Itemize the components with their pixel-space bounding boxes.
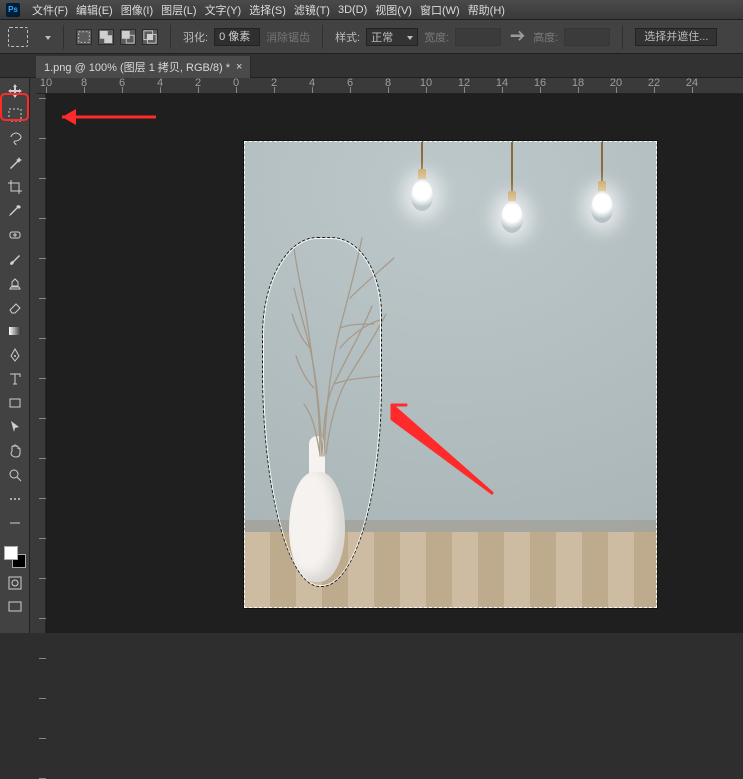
menu-type[interactable]: 文字(Y)	[205, 2, 242, 18]
style-select[interactable]: 正常	[366, 28, 418, 46]
eyedropper-tool-icon[interactable]	[4, 202, 26, 220]
ruler-top-label: 8	[385, 78, 391, 89]
menu-filter[interactable]: 滤镜(T)	[294, 2, 330, 18]
document-tab-title: 1.png @ 100% (图层 1 拷贝, RGB/8) *	[44, 59, 230, 75]
canvas-viewport[interactable]	[46, 94, 743, 633]
menu-layer[interactable]: 图层(L)	[161, 2, 196, 18]
selection-new-icon[interactable]	[76, 29, 92, 45]
ruler-top-label: 20	[610, 78, 622, 89]
selection-add-icon[interactable]	[98, 29, 114, 45]
ruler-top-label: 6	[347, 78, 353, 89]
ruler-top-label: 4	[309, 78, 315, 89]
screenmode-tool-icon[interactable]	[4, 598, 26, 616]
ruler-top-label: 2	[195, 78, 201, 89]
height-input	[564, 28, 610, 46]
style-select-value: 正常	[371, 29, 393, 45]
workspace: 108642024681012141618202224	[0, 78, 743, 633]
ruler-top-label: 22	[648, 78, 660, 89]
menu-select[interactable]: 选择(S)	[249, 2, 286, 18]
document-tab-bar: 1.png @ 100% (图层 1 拷贝, RGB/8) * ×	[0, 54, 743, 78]
style-label: 样式:	[335, 29, 360, 45]
ruler-top-label: 12	[458, 78, 470, 89]
document-tab[interactable]: 1.png @ 100% (图层 1 拷贝, RGB/8) * ×	[36, 56, 251, 78]
options-bar: 羽化: 0 像素 消除锯齿 样式: 正常 宽度: 高度: 选择并遮住...	[0, 20, 743, 54]
foreground-color-swatch[interactable]	[4, 546, 18, 560]
zoom-tool-icon[interactable]	[4, 466, 26, 484]
document-canvas[interactable]	[244, 141, 657, 608]
annotation-marquee-highlight	[2, 95, 27, 119]
ruler-top-label: 0	[233, 78, 239, 89]
ruler-top-label: 24	[686, 78, 698, 89]
quickmask-tool-icon[interactable]	[4, 574, 26, 592]
app-logo: Ps	[6, 3, 20, 17]
menu-3d[interactable]: 3D(D)	[338, 4, 367, 16]
close-icon[interactable]: ×	[236, 61, 242, 73]
menu-edit[interactable]: 编辑(E)	[76, 2, 113, 18]
feather-input[interactable]: 0 像素	[214, 28, 260, 46]
lasso-tool-icon[interactable]	[4, 130, 26, 148]
path-select-tool-icon[interactable]	[4, 418, 26, 436]
feather-label: 羽化:	[183, 29, 208, 45]
brush-tool-icon[interactable]	[4, 250, 26, 268]
tool-preset-dropdown-icon[interactable]	[42, 31, 51, 43]
ruler-top-label: 10	[40, 78, 52, 89]
ruler-top-label: 18	[572, 78, 584, 89]
hand-tool-icon[interactable]	[4, 442, 26, 460]
menu-image[interactable]: 图像(I)	[121, 2, 153, 18]
width-label: 宽度:	[424, 29, 449, 45]
ruler-top-label: 2	[271, 78, 277, 89]
menu-help[interactable]: 帮助(H)	[468, 2, 505, 18]
antialias-checkbox-label: 消除锯齿	[266, 29, 310, 45]
edit-toolbar-icon[interactable]	[4, 514, 26, 532]
ruler-top-label: 16	[534, 78, 546, 89]
menu-bar: Ps 文件(F) 编辑(E) 图像(I) 图层(L) 文字(Y) 选择(S) 滤…	[0, 0, 743, 20]
ruler-top-label: 14	[496, 78, 508, 89]
chevron-down-icon	[404, 31, 413, 43]
refine-edge-button[interactable]: 选择并遮住...	[635, 28, 717, 46]
selection-subtract-icon[interactable]	[120, 29, 136, 45]
pen-tool-icon[interactable]	[4, 346, 26, 364]
ruler-top-label: 4	[157, 78, 163, 89]
clone-stamp-tool-icon[interactable]	[4, 274, 26, 292]
magic-wand-tool-icon[interactable]	[4, 154, 26, 172]
menu-window[interactable]: 窗口(W)	[420, 2, 460, 18]
misc-tool-icon[interactable]	[4, 490, 26, 508]
ruler-vertical[interactable]	[30, 78, 46, 633]
eraser-tool-icon[interactable]	[4, 298, 26, 316]
ruler-top-label: 8	[81, 78, 87, 89]
selection-intersect-icon[interactable]	[142, 29, 158, 45]
ruler-top-label: 10	[420, 78, 432, 89]
menu-file[interactable]: 文件(F)	[32, 2, 68, 18]
width-input	[455, 28, 501, 46]
active-tool-preview[interactable]	[8, 27, 28, 47]
tool-panel	[0, 78, 30, 633]
crop-tool-icon[interactable]	[4, 178, 26, 196]
healing-brush-tool-icon[interactable]	[4, 226, 26, 244]
menu-view[interactable]: 视图(V)	[375, 2, 412, 18]
swap-dimensions-icon[interactable]	[507, 27, 527, 47]
rectangle-shape-tool-icon[interactable]	[4, 394, 26, 412]
type-tool-icon[interactable]	[4, 370, 26, 388]
foreground-background-colors[interactable]	[4, 546, 26, 568]
ruler-horizontal[interactable]: 108642024681012141618202224	[36, 78, 743, 94]
ruler-top-label: 6	[119, 78, 125, 89]
height-label: 高度:	[533, 29, 558, 45]
gradient-tool-icon[interactable]	[4, 322, 26, 340]
